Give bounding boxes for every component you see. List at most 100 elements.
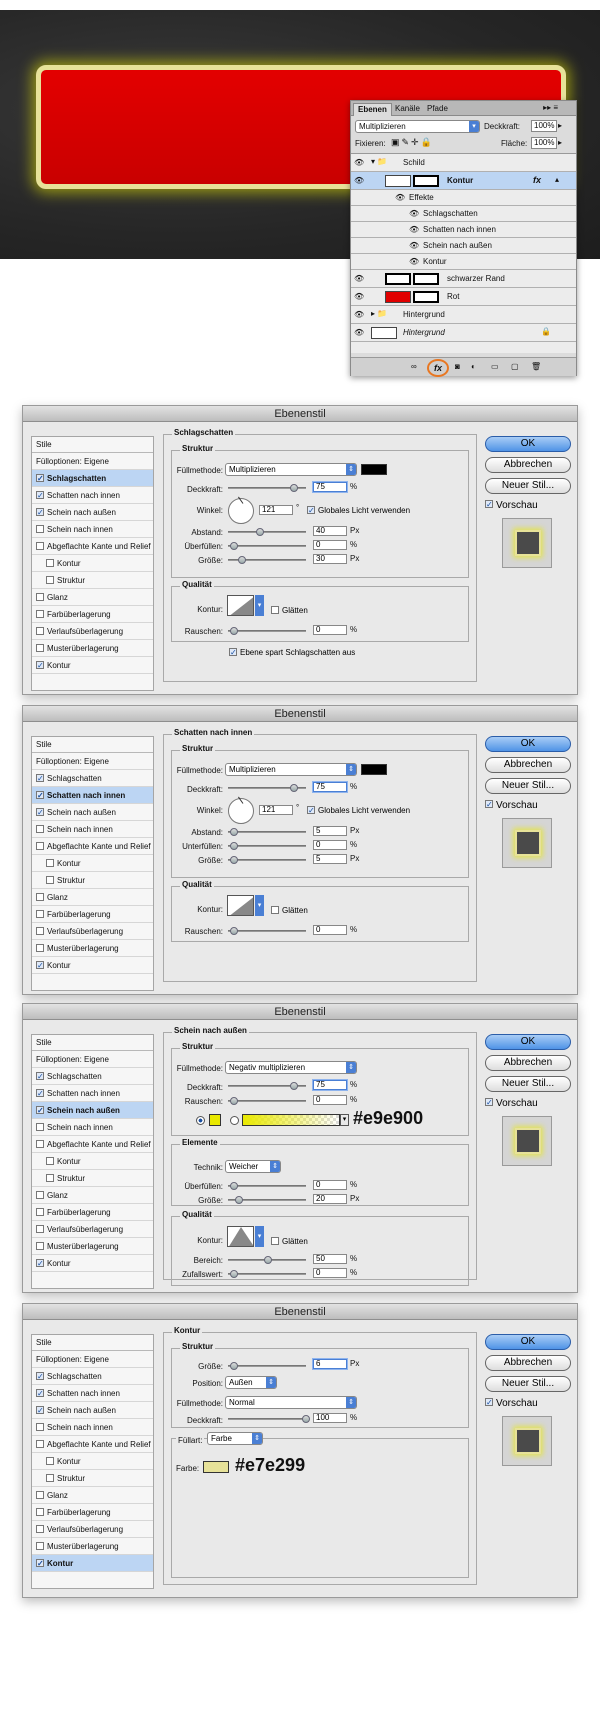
eye-icon[interactable]: 👁 — [409, 225, 419, 234]
eye-icon[interactable]: 👁 — [354, 328, 364, 337]
style-item[interactable]: Abgeflachte Kante und Relief — [32, 1136, 153, 1153]
checkbox-checked[interactable]: ✓ — [36, 473, 44, 482]
checkbox[interactable] — [36, 1541, 44, 1550]
style-item[interactable]: ✓ Schatten nach innen — [32, 1085, 153, 1102]
radio-selected[interactable] — [196, 1116, 205, 1125]
style-item[interactable]: Farbüberlagerung — [32, 906, 153, 923]
blend-mode-select[interactable]: Negativ multiplizieren ⇕ — [225, 1061, 357, 1074]
eye-icon[interactable]: 👁 — [354, 176, 364, 185]
checkbox[interactable] — [46, 875, 54, 884]
anti-alias-toggle[interactable]: Glätten — [271, 905, 308, 915]
size-field[interactable]: 20 — [313, 1194, 347, 1204]
slider-handle[interactable] — [256, 528, 264, 536]
chevron-down-icon[interactable]: ▾ — [255, 895, 264, 916]
eye-icon[interactable]: 👁 — [395, 193, 405, 202]
effect-item[interactable]: 👁 Schlagschatten — [351, 206, 576, 222]
style-item[interactable]: ✓ Schatten nach innen — [32, 1385, 153, 1402]
size-field[interactable]: 5 — [313, 854, 347, 864]
checkbox[interactable] — [271, 605, 279, 614]
checkbox-checked[interactable]: ✓ — [485, 1098, 493, 1107]
checkbox-checked[interactable]: ✓ — [36, 660, 44, 669]
checkbox-checked[interactable]: ✓ — [36, 1088, 44, 1097]
checkbox[interactable] — [36, 1439, 44, 1448]
style-item[interactable]: Schein nach innen — [32, 1419, 153, 1436]
checkbox[interactable] — [271, 905, 279, 914]
slider-track[interactable] — [228, 1362, 306, 1370]
spread-field[interactable]: 0 — [313, 840, 347, 850]
checkbox[interactable] — [36, 1422, 44, 1431]
contour-picker[interactable] — [227, 895, 254, 916]
anti-alias-toggle[interactable]: Glätten — [271, 1236, 308, 1246]
checkbox-checked[interactable]: ✓ — [307, 805, 315, 814]
ok-button[interactable]: OK — [485, 436, 571, 452]
noise-field[interactable]: 0 — [313, 625, 347, 635]
checkbox-checked[interactable]: ✓ — [36, 960, 44, 969]
checkbox[interactable] — [36, 626, 44, 635]
opacity-field[interactable]: 75 — [313, 782, 347, 792]
slider-track[interactable] — [228, 484, 306, 492]
ok-button[interactable]: OK — [485, 1334, 571, 1350]
glow-gradient-picker[interactable] — [242, 1114, 340, 1126]
checkbox[interactable] — [36, 926, 44, 935]
layer-kontur[interactable]: 👁 Kontur fx ▴ — [351, 172, 576, 190]
new-style-button[interactable]: Neuer Stil... — [485, 778, 571, 794]
checkbox[interactable] — [46, 1173, 54, 1182]
checkbox[interactable] — [36, 1524, 44, 1533]
style-item[interactable]: Glanz — [32, 1487, 153, 1504]
tab-pfade[interactable]: Pfade — [423, 103, 452, 116]
style-item[interactable]: Kontur — [32, 855, 153, 872]
checkbox-checked[interactable]: ✓ — [485, 1398, 493, 1407]
layer-rot[interactable]: 👁 Rot — [351, 288, 576, 306]
style-item[interactable]: Musterüberlagerung — [32, 1238, 153, 1255]
angle-dial[interactable] — [228, 796, 254, 824]
technique-select[interactable]: Weicher ⇕ — [225, 1160, 281, 1173]
fill-field[interactable]: 100% — [531, 137, 557, 149]
distance-field[interactable]: 5 — [313, 826, 347, 836]
spread-field[interactable]: 0 — [313, 540, 347, 550]
checkbox-checked[interactable]: ✓ — [36, 490, 44, 499]
glow-color-swatch[interactable] — [209, 1114, 221, 1126]
eye-icon[interactable]: 👁 — [354, 310, 364, 319]
slider-handle[interactable] — [290, 1082, 298, 1090]
layer-blend-mode-select[interactable]: Multiplizieren ▾ — [355, 120, 480, 133]
slider-track[interactable] — [228, 1097, 306, 1105]
slider-track[interactable] — [228, 927, 306, 935]
global-light-toggle[interactable]: ✓ Globales Licht verwenden — [307, 505, 410, 515]
blend-mode-select[interactable]: Multiplizieren ⇕ — [225, 763, 357, 776]
checkbox[interactable] — [46, 575, 54, 584]
slider-handle[interactable] — [230, 828, 238, 836]
layer-group-hintergrund[interactable]: 👁 ▸ 📁 Hintergrund — [351, 306, 576, 324]
noise-field[interactable]: 0 — [313, 1095, 347, 1105]
checkbox-checked[interactable]: ✓ — [36, 1558, 44, 1567]
style-item[interactable]: ✓ Schlagschatten — [32, 470, 153, 487]
blend-mode-select[interactable]: Multiplizieren ⇕ — [225, 463, 357, 476]
style-item[interactable]: ✓ Schatten nach innen — [32, 487, 153, 504]
slider-track[interactable] — [228, 556, 306, 564]
new-layer-icon[interactable]: ▢ — [511, 362, 519, 371]
jitter-field[interactable]: 0 — [313, 1268, 347, 1278]
preview-toggle[interactable]: ✓ Vorschau — [485, 1398, 538, 1409]
style-item[interactable]: Musterüberlagerung — [32, 1538, 153, 1555]
eye-icon[interactable]: 👁 — [354, 274, 364, 283]
slider-track[interactable] — [228, 784, 306, 792]
slider-track[interactable] — [228, 1256, 306, 1264]
style-item[interactable]: Farbüberlagerung — [32, 1204, 153, 1221]
checkbox[interactable] — [36, 1122, 44, 1131]
checkbox[interactable] — [36, 592, 44, 601]
checkbox-checked[interactable]: ✓ — [36, 1258, 44, 1267]
slider-handle[interactable] — [264, 1256, 272, 1264]
checkbox[interactable] — [46, 1456, 54, 1465]
layer-group-schild[interactable]: 👁 ▾ 📁 Schild — [351, 154, 576, 172]
shadow-color-swatch[interactable] — [361, 764, 387, 775]
tab-ebenen[interactable]: Ebenen — [353, 103, 392, 116]
style-item[interactable]: ✓ Kontur — [32, 957, 153, 974]
style-item[interactable]: Struktur — [32, 1470, 153, 1487]
style-item[interactable]: Farbüberlagerung — [32, 1504, 153, 1521]
slider-handle[interactable] — [238, 556, 246, 564]
checkbox[interactable] — [36, 841, 44, 850]
range-field[interactable]: 50 — [313, 1254, 347, 1264]
style-item[interactable]: Verlaufsüberlagerung — [32, 623, 153, 640]
checkbox-checked[interactable]: ✓ — [307, 505, 315, 514]
style-item[interactable]: Abgeflachte Kante und Relief — [32, 838, 153, 855]
slider-handle[interactable] — [290, 784, 298, 792]
